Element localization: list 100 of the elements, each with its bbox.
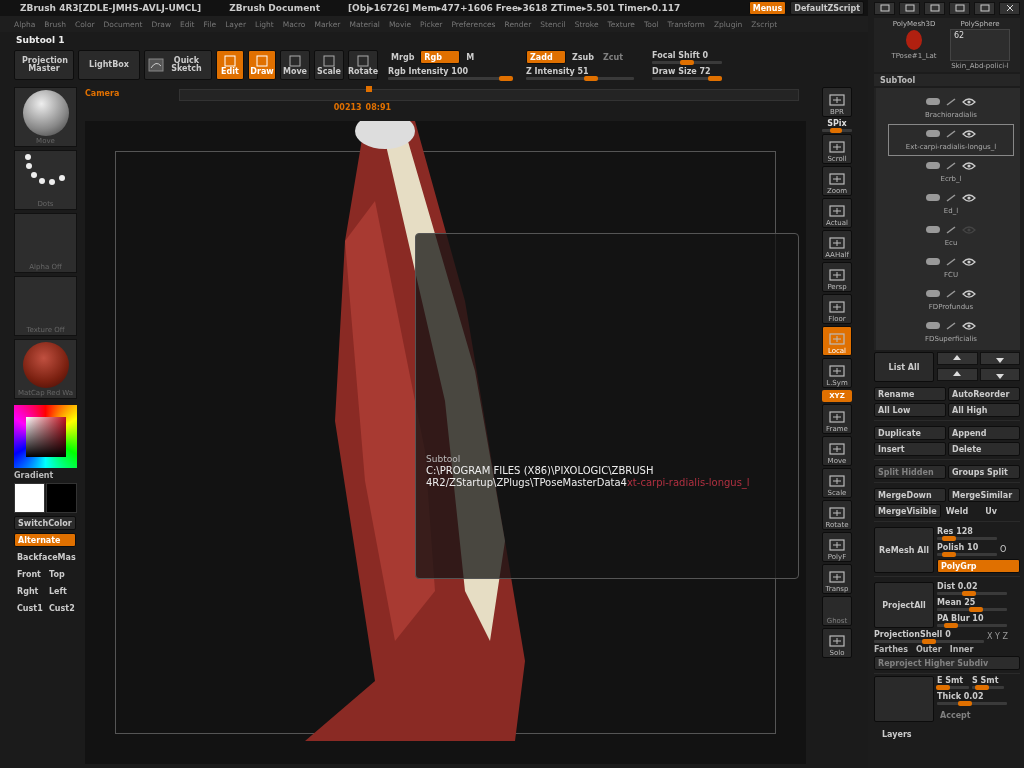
script-button[interactable]: DefaultZScript: [790, 1, 864, 15]
slider-thumb[interactable]: [708, 75, 722, 81]
toggle-icon[interactable]: [926, 130, 940, 137]
view-button[interactable]: Rght: [14, 584, 44, 598]
brush-icon[interactable]: [946, 129, 956, 138]
view-button[interactable]: Top: [46, 567, 76, 581]
mode-button[interactable]: Move: [280, 50, 310, 80]
main-color-swatch[interactable]: [14, 483, 45, 513]
brush-icon[interactable]: [946, 257, 956, 266]
toggle-icon[interactable]: [926, 98, 940, 105]
close-icon[interactable]: [999, 1, 1020, 15]
brush-icon[interactable]: [946, 193, 956, 202]
brush-icon[interactable]: [946, 289, 956, 298]
slider-thumb[interactable]: [968, 607, 983, 612]
layers-label[interactable]: Layers: [874, 730, 1020, 739]
timeline-thumb[interactable]: [365, 86, 372, 92]
shell-option[interactable]: Farthes: [874, 645, 909, 654]
toggle-icon[interactable]: [926, 194, 940, 201]
view-button[interactable]: Cust1: [14, 601, 44, 615]
toggle-icon[interactable]: [926, 322, 940, 329]
secondary-color-swatch[interactable]: [46, 483, 77, 513]
subtool-button[interactable]: Insert: [874, 442, 946, 456]
project-all-button[interactable]: ProjectAll: [874, 582, 934, 628]
tool-icon: [828, 634, 846, 648]
subtool-button[interactable]: All High: [948, 403, 1020, 417]
brush-icon[interactable]: [946, 161, 956, 170]
slider-thumb[interactable]: [936, 685, 951, 690]
slider-thumb[interactable]: [680, 59, 694, 65]
tool-thumbnail[interactable]: 62: [950, 29, 1010, 61]
slider-thumb[interactable]: [583, 76, 598, 81]
frame-number: 00213: [333, 103, 362, 112]
slider-track[interactable]: [937, 686, 969, 689]
toggle-icon[interactable]: [926, 226, 940, 233]
brush-icon[interactable]: [946, 225, 956, 234]
slider-thumb[interactable]: [958, 701, 972, 706]
panel-icon[interactable]: [924, 1, 945, 15]
slider-thumb[interactable]: [942, 552, 956, 557]
slider-thumb[interactable]: [830, 128, 842, 133]
z-mode-toggle[interactable]: Zsub: [569, 50, 597, 64]
subtool-button[interactable]: Weld: [942, 504, 981, 518]
toggle-icon[interactable]: [926, 162, 940, 169]
header-label: SubTool: [880, 75, 916, 85]
subtool-button[interactable]: Groups Split: [948, 465, 1020, 479]
color-mode-toggle[interactable]: M: [463, 50, 478, 64]
toggle-icon[interactable]: [926, 290, 940, 297]
panel-icon[interactable]: [899, 1, 920, 15]
panel-icon[interactable]: [974, 1, 995, 15]
tooltip-title: Subtool: [426, 454, 462, 464]
tool-icon: [828, 300, 846, 314]
color-mode-toggle[interactable]: Mrgb: [388, 50, 418, 64]
reproject-button[interactable]: Reproject Higher Subdiv: [874, 656, 1020, 670]
color-picker[interactable]: [14, 405, 77, 468]
slider-thumb[interactable]: [944, 623, 958, 628]
slider-label: ProjectionShell 0: [874, 630, 952, 639]
brush-icon[interactable]: [946, 97, 956, 106]
list-all-button[interactable]: List All: [874, 352, 934, 382]
subtool-button[interactable]: Rename: [874, 387, 946, 401]
slider-thumb[interactable]: [974, 685, 989, 690]
toolbar-button[interactable]: LightBox: [78, 50, 140, 80]
subtool-button[interactable]: MergeSimilar: [948, 488, 1020, 502]
accept-button[interactable]: Accept: [937, 708, 1020, 722]
mode-button[interactable]: Scale: [314, 50, 344, 80]
slider-track[interactable]: [822, 129, 852, 132]
remesh-button[interactable]: ReMesh All: [874, 527, 934, 573]
tool-icon: [828, 364, 846, 378]
slider-track[interactable]: [972, 686, 1004, 689]
subtool-button[interactable]: All Low: [874, 403, 946, 417]
toggle-button[interactable]: BackfaceMas: [14, 550, 76, 564]
slider-label: Draw Size 72: [652, 66, 712, 76]
subtool-button[interactable]: Duplicate: [874, 426, 946, 440]
shell-option[interactable]: Inner: [949, 645, 974, 654]
panel-icon[interactable]: [874, 1, 895, 15]
shell-option[interactable]: Outer: [916, 645, 942, 654]
subtool-button[interactable]: Uv: [982, 504, 1020, 518]
panel-icon[interactable]: [949, 1, 970, 15]
slider-thumb[interactable]: [922, 639, 936, 644]
subtool-button[interactable]: MergeVisible: [874, 504, 941, 518]
camera-label: Camera: [85, 89, 120, 98]
view-button[interactable]: Left: [46, 584, 76, 598]
view-button[interactable]: Cust2: [46, 601, 76, 615]
view-button[interactable]: Front: [14, 567, 44, 581]
panel-header[interactable]: SubTool: [874, 74, 1020, 86]
mesh-thumbnail-icon[interactable]: [904, 29, 924, 51]
subtool-button[interactable]: Append: [948, 426, 1020, 440]
subtool-button[interactable]: MergeDown: [874, 488, 946, 502]
viewport[interactable]: Subtool C:\PROGRAM FILES (X86)\PIXOLOGIC\ZBRUSH 4R2/ZStartup\ZPlugs\TPoseMasterData4xt-carpi-radialis-longus_l: [85, 121, 806, 764]
subtool-button[interactable]: AutoReorder: [948, 387, 1020, 401]
app-title: ZBrush 4R3[ZDLE-JMHS-AVLJ-UMCL]: [20, 3, 202, 13]
toggle-icon[interactable]: [926, 258, 940, 265]
brush-icon[interactable]: [946, 321, 956, 330]
toolbar-button[interactable]: Quick Sketch: [144, 50, 212, 80]
slider-label: Polish 10: [937, 543, 980, 552]
slider-thumb[interactable]: [961, 591, 976, 596]
toolbar-button[interactable]: Projection Master: [14, 50, 74, 80]
subtool-button[interactable]: Delete: [948, 442, 1020, 456]
switch-color-button[interactable]: SwitchColor: [14, 516, 76, 530]
slider-thumb[interactable]: [942, 536, 956, 541]
mode-icon: [255, 54, 269, 67]
mode-button[interactable]: Rotate: [348, 50, 378, 80]
slider-thumb[interactable]: [498, 76, 513, 81]
